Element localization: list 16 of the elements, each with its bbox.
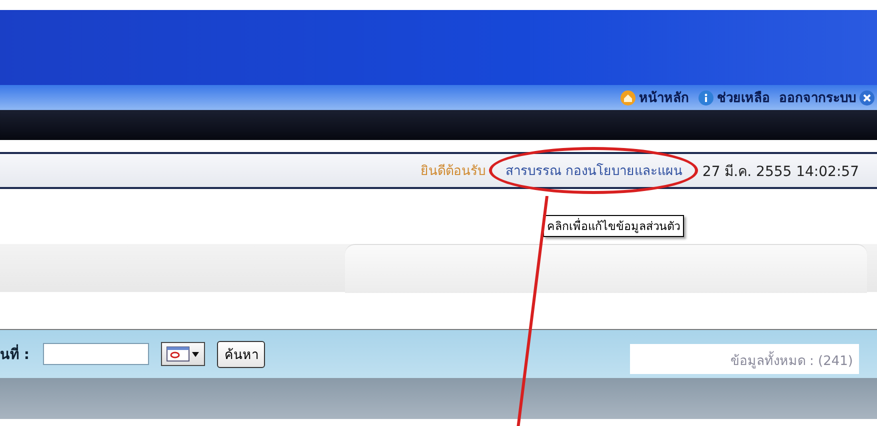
help-link[interactable]: ช่วยเหลือ <box>717 87 770 108</box>
date-label: นที่ : <box>0 343 30 365</box>
close-icon <box>859 90 875 106</box>
house-icon <box>620 90 636 106</box>
home-link[interactable]: หน้าหลัก <box>639 87 689 108</box>
calendar-icon <box>166 346 200 362</box>
calendar-button[interactable] <box>161 342 206 366</box>
date-input-field[interactable] <box>43 343 150 365</box>
date-time-text: 27 มี.ค. 2555 14:02:57 <box>702 162 859 182</box>
user-name-link[interactable]: สารบรรณ กองนโยบายและแผน <box>505 164 682 179</box>
tooltip: คลิกเพื่อแก้ไขข้อมูลส่วนตัว <box>543 215 684 237</box>
search-button[interactable]: ค้นหา <box>217 340 266 368</box>
logout-link[interactable]: ออกจากระบบ <box>779 87 856 108</box>
help-icon <box>698 90 714 106</box>
greeting-text: ยินดีต้อนรับ <box>420 162 486 181</box>
total-count-text: ข้อมูลทั้งหมด : (241) <box>630 344 859 374</box>
